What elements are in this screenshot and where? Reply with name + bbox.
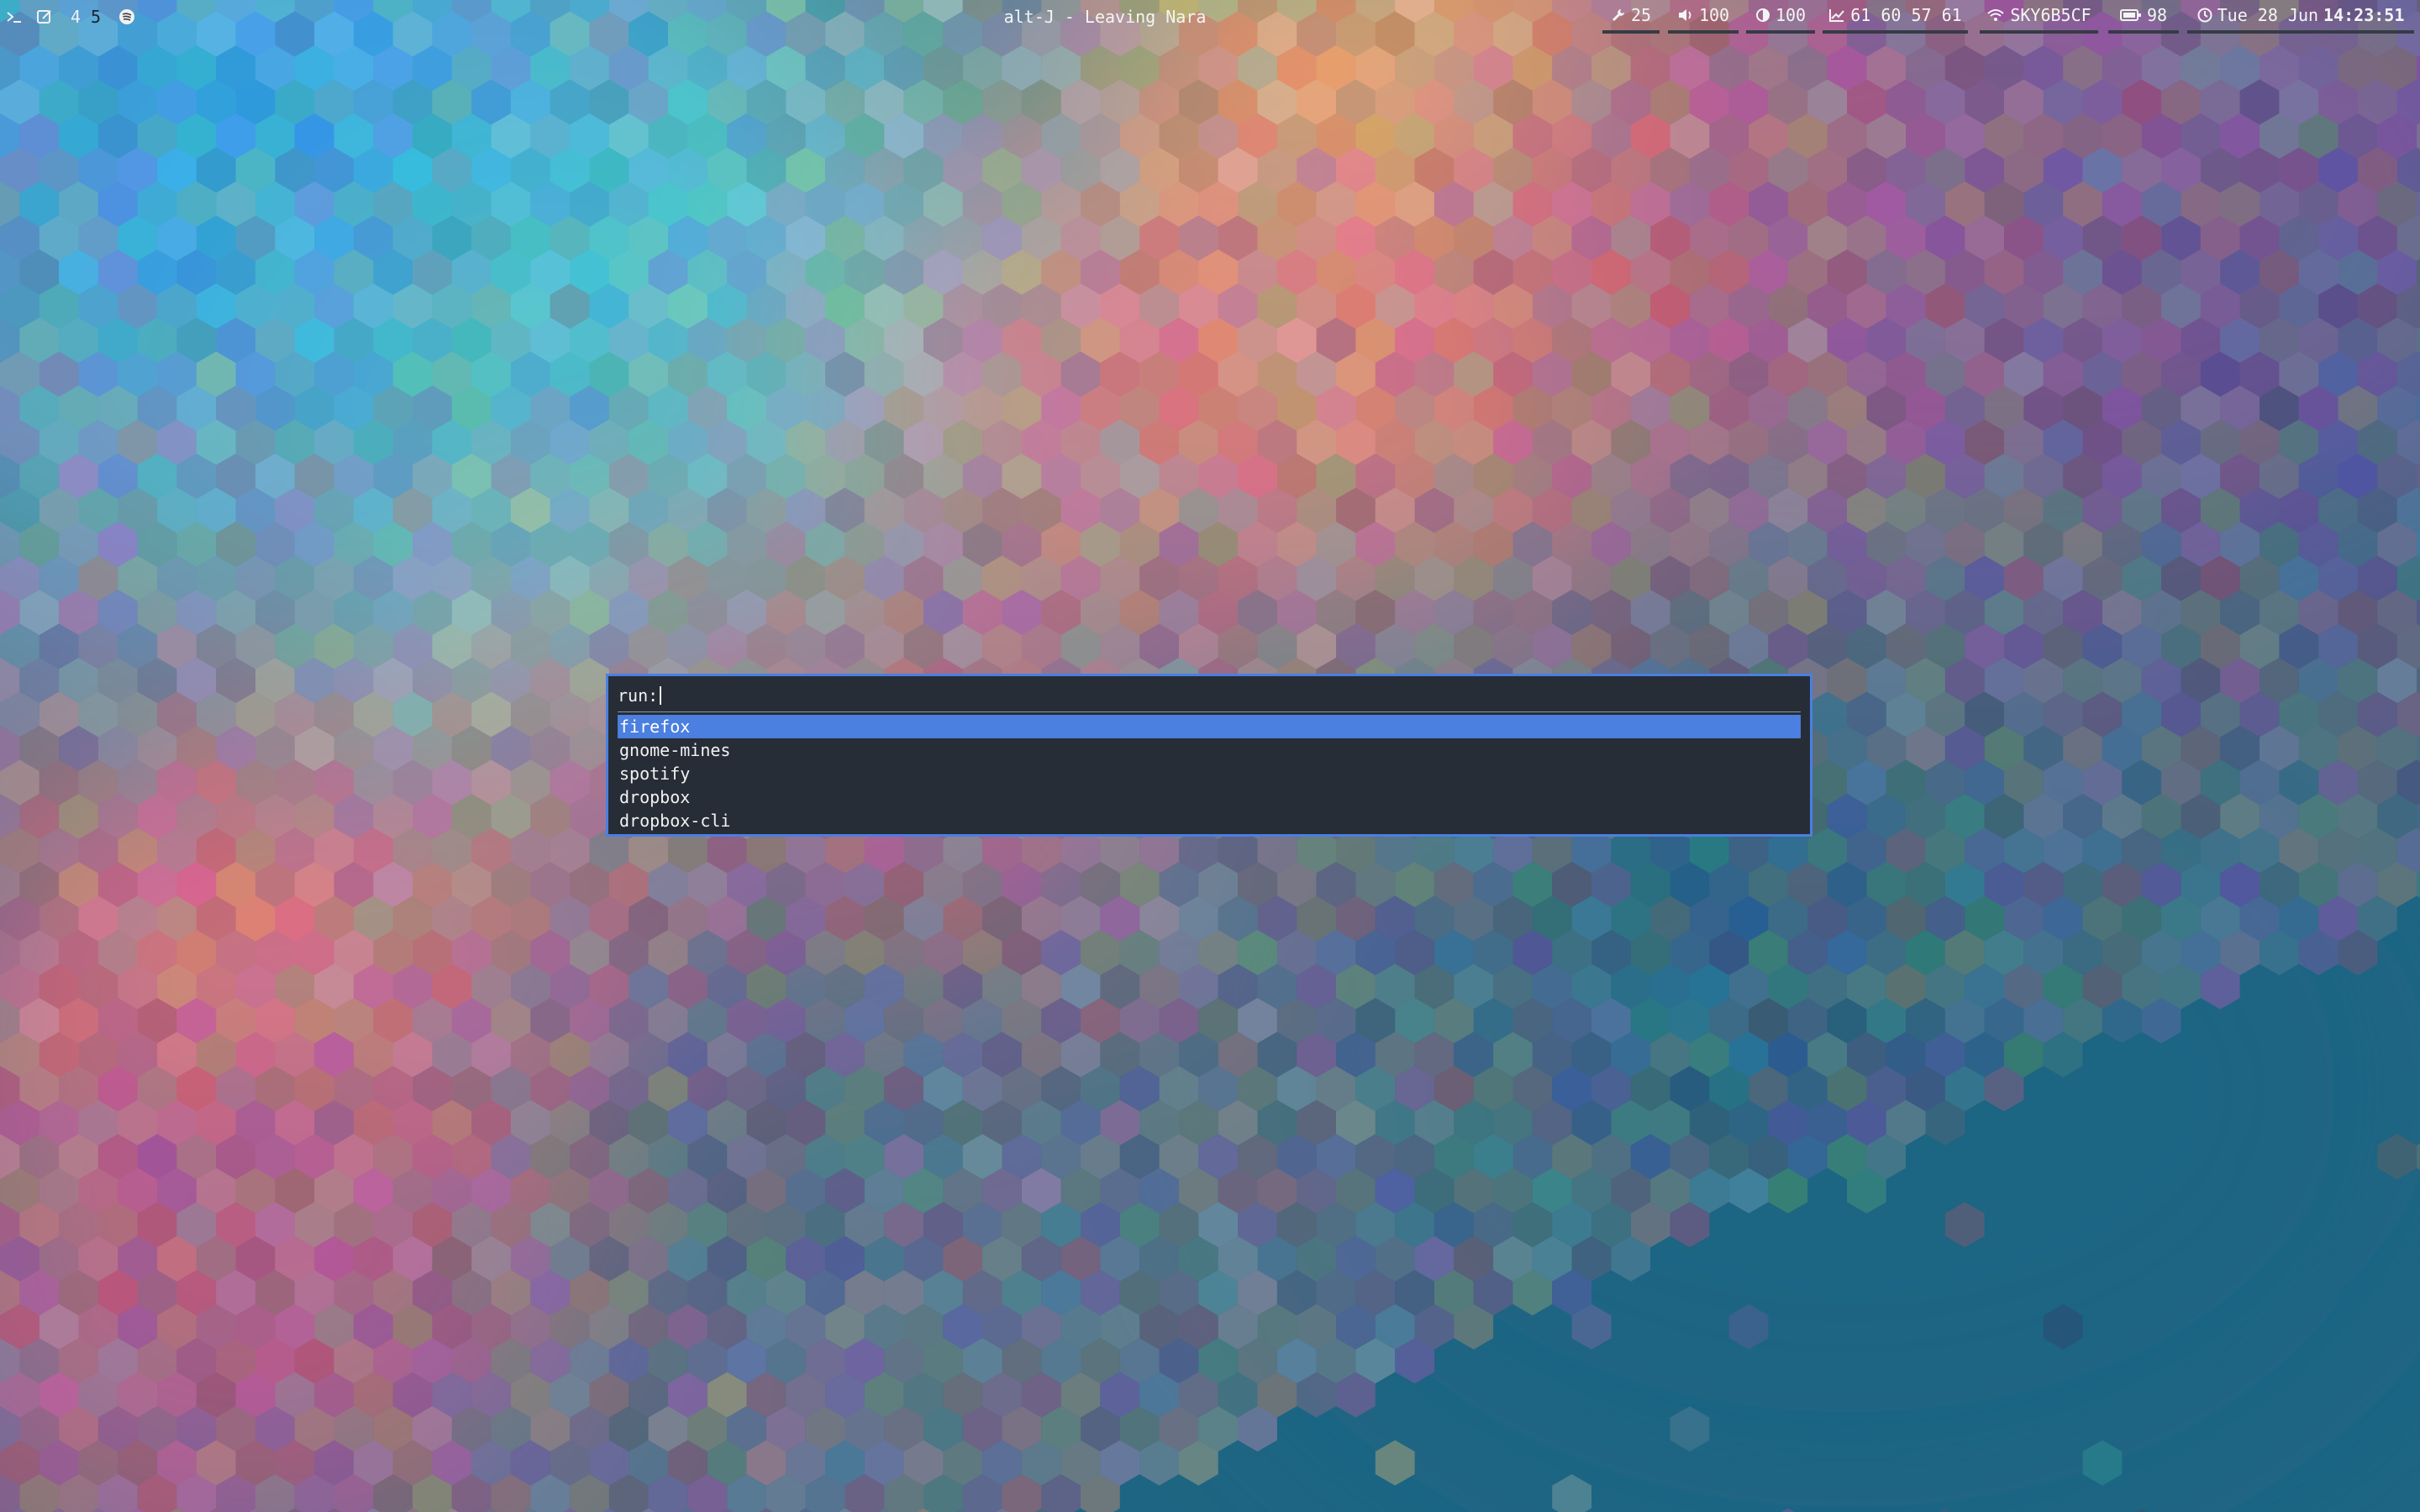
run-launcher: run: firefox gnome-mines spotify dropbox… — [606, 674, 1812, 837]
battery-block[interactable]: 98 — [2108, 0, 2179, 34]
updates-count: 25 — [1630, 5, 1652, 25]
prompt-label: run: — [618, 685, 659, 706]
bar-right-section: 25 100 100 61 60 57 61 SKY6B5CF 98 Tue 2… — [0, 0, 2420, 34]
wrench-icon — [1612, 9, 1624, 21]
text-cursor — [660, 686, 662, 705]
result-item[interactable]: dropbox-cli — [618, 809, 1801, 832]
result-list: firefox gnome-mines spotify dropbox drop… — [618, 715, 1801, 832]
wallpaper-hex-tile — [1781, 1508, 1795, 1512]
wallpaper-hex-tile — [2417, 1143, 2420, 1170]
wallpaper-hex-tile — [1670, 1406, 1710, 1452]
load-values: 61 60 57 61 — [1850, 5, 1962, 25]
load-block[interactable]: 61 60 57 61 — [1823, 0, 1968, 34]
updates-block[interactable]: 25 — [1602, 0, 1660, 34]
volume-block[interactable]: 100 — [1668, 0, 1739, 34]
wifi-ssid: SKY6B5CF — [2010, 5, 2091, 25]
wallpaper-hex-tile — [2043, 1304, 2083, 1350]
result-item-selected[interactable]: firefox — [618, 715, 1801, 738]
wallpaper-hex-tile — [2082, 1440, 2123, 1486]
wallpaper-hex-tile — [1944, 1202, 1985, 1247]
brightness-level: 100 — [1775, 5, 1807, 25]
clock-icon — [2197, 8, 2212, 23]
chart-line-icon — [1829, 9, 1845, 22]
clock-time: 14:23:51 — [2323, 5, 2405, 25]
wallpaper-hex-tile — [2134, 1508, 2149, 1512]
wallpaper-hex-tile — [1552, 1474, 1591, 1512]
battery-level: 98 — [2146, 5, 2168, 25]
prompt-row[interactable]: run: — [618, 683, 1801, 708]
brightness-icon — [1755, 8, 1770, 22]
brightness-block[interactable]: 100 — [1746, 0, 1815, 34]
wifi-icon — [1987, 9, 2004, 21]
wallpaper-hex-tile — [2377, 1134, 2417, 1179]
wallpaper-hex-tile — [1939, 1508, 1952, 1512]
wallpaper-hex-tile — [1375, 1440, 1415, 1486]
volume-icon — [1678, 9, 1691, 21]
battery-icon — [2119, 9, 2141, 21]
volume-level: 100 — [1698, 5, 1730, 25]
result-item[interactable]: gnome-mines — [618, 738, 1801, 762]
prompt-separator — [618, 711, 1801, 712]
clock-block[interactable]: Tue 28 Jun 14:23:51 — [2187, 0, 2414, 34]
wifi-block[interactable]: SKY6B5CF — [1980, 0, 2098, 34]
status-bar: 4 5 alt-J - Leaving Nara 25 100 100 61 6… — [0, 0, 2420, 34]
wallpaper-hex-tile — [1728, 1304, 1769, 1350]
clock-date: Tue 28 Jun — [2217, 5, 2319, 25]
result-item[interactable]: dropbox — [618, 785, 1801, 809]
result-item[interactable]: spotify — [618, 762, 1801, 785]
